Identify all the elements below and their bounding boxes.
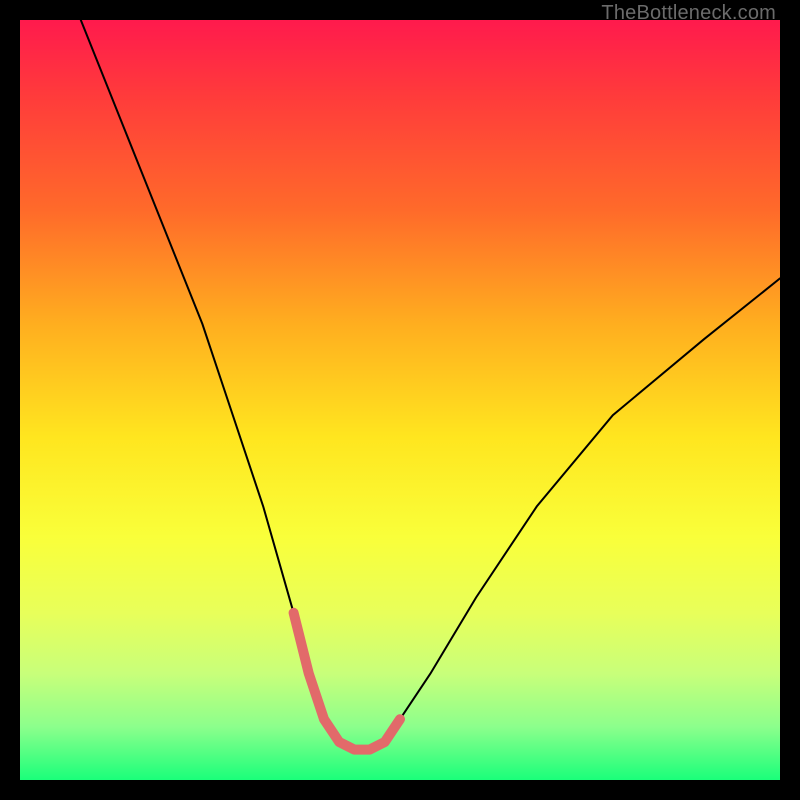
bottleneck-curve [81,20,780,750]
chart-frame: TheBottleneck.com [0,0,800,800]
minimum-highlight [294,613,400,750]
plot-area [20,20,780,780]
curve-svg [20,20,780,780]
